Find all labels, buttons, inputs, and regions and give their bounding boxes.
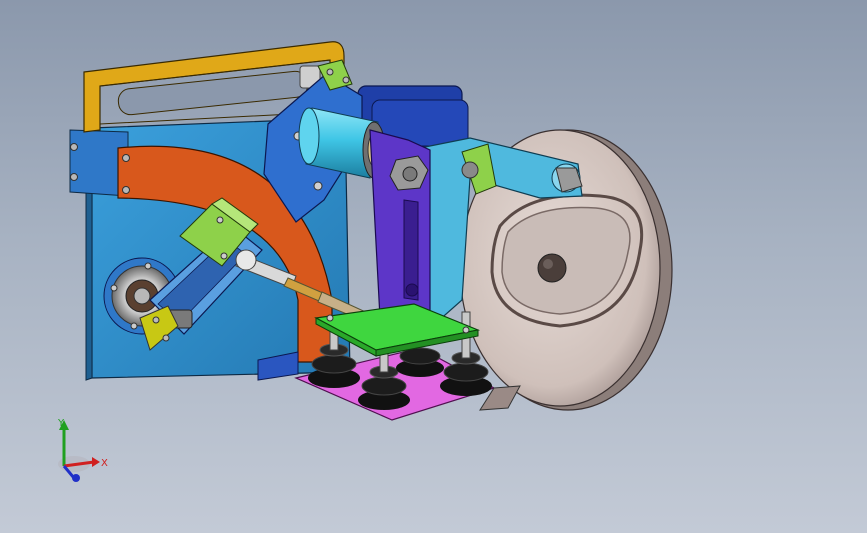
y-axis-label: Y	[57, 418, 65, 429]
coordinate-triad: Y X	[57, 418, 108, 482]
vertical-column[interactable]	[369, 129, 431, 331]
assembly-model[interactable]: Y X	[0, 0, 867, 533]
cad-viewport[interactable]: Y X	[0, 0, 867, 533]
x-axis-label: X	[101, 458, 108, 469]
rubber-foot-3[interactable]	[396, 347, 444, 377]
